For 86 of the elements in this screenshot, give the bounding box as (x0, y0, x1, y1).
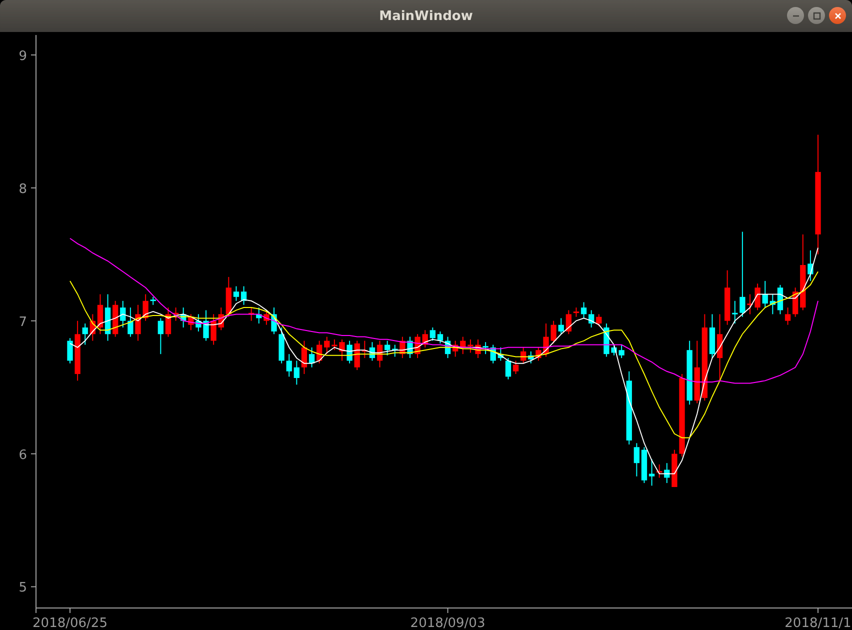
candlestick (475, 338, 481, 359)
candlestick (747, 294, 753, 315)
candlestick (754, 283, 760, 311)
candlestick (656, 464, 662, 478)
candlestick (188, 314, 194, 331)
candlestick (566, 310, 572, 335)
candlestick (520, 346, 526, 364)
candlestick (762, 280, 768, 308)
candlestick (634, 442, 640, 477)
candlestick (112, 300, 118, 338)
candlestick (294, 360, 300, 386)
axis-tick-label: 7 (18, 314, 27, 330)
candlestick (316, 340, 322, 364)
candlestick (528, 350, 534, 364)
candlestick (196, 314, 202, 332)
close-icon (832, 10, 842, 20)
candlestick (256, 307, 262, 324)
candlestick (278, 326, 284, 364)
candlestick (430, 326, 436, 342)
axis-tick-label: 6 (18, 448, 27, 463)
axis-tick-label: 8 (18, 182, 27, 197)
candlestick (82, 323, 88, 346)
candlestick (618, 344, 624, 359)
candlestick (414, 334, 420, 359)
candlestick (392, 344, 398, 358)
candlestick (808, 250, 814, 282)
candlestick (543, 323, 549, 358)
minimize-button[interactable] (787, 7, 804, 24)
candlestick (498, 346, 504, 362)
axis-tick-label: 2018/11/1 (784, 616, 852, 630)
candlestick (611, 344, 617, 356)
candlestick (422, 330, 428, 348)
candlestick (346, 340, 352, 364)
candlestick (271, 307, 277, 335)
candlestick (180, 307, 186, 328)
candlestick (218, 307, 224, 331)
candlestick (142, 294, 148, 322)
axis-tick-label: 5 (18, 580, 27, 596)
candlestick (694, 340, 700, 404)
candlestick (452, 340, 458, 358)
maximize-icon (812, 10, 822, 20)
candlestick (362, 340, 368, 359)
close-button[interactable] (829, 7, 846, 24)
axis-tick-label: 2018/06/25 (32, 616, 108, 630)
candlestick (264, 310, 270, 326)
candlestick (664, 462, 670, 484)
maximize-button[interactable] (808, 7, 825, 24)
window-title: MainWindow (379, 8, 473, 24)
axis-tick-label: 2018/09/03 (410, 616, 486, 630)
candlestick (460, 336, 466, 355)
candlestick (400, 336, 406, 359)
candlestick (686, 340, 692, 406)
candlestick (732, 300, 738, 324)
candlestick (558, 318, 564, 335)
candlestick (324, 336, 330, 355)
candlestick (536, 346, 542, 362)
candlestick (792, 287, 798, 318)
candlestick (135, 304, 141, 342)
candlestick (490, 344, 496, 364)
candlestick (332, 338, 338, 351)
candlestick (67, 338, 73, 364)
candlestick (354, 340, 360, 371)
candlestick (150, 296, 156, 306)
candlestick (74, 320, 80, 382)
candlestick (468, 338, 474, 354)
candlestick (128, 307, 134, 338)
candlestick (248, 307, 254, 322)
candlestick (672, 449, 678, 488)
candlestick (724, 270, 730, 326)
candlestick (550, 320, 556, 344)
candlestick (210, 314, 216, 346)
candlestick (286, 354, 292, 378)
candlestick (482, 342, 488, 355)
candlestick (604, 323, 610, 358)
candlestick (596, 314, 602, 327)
candlestick (407, 336, 413, 359)
candlestick (384, 340, 390, 356)
candlestick (770, 294, 776, 315)
candlestick (120, 300, 126, 328)
axis-tick-label: 9 (18, 48, 27, 64)
candlestick (90, 314, 96, 342)
candlestick (203, 310, 209, 342)
candlestick (588, 310, 594, 328)
candlestick (226, 276, 232, 318)
candlestick (339, 338, 345, 362)
candlestick (158, 318, 164, 355)
